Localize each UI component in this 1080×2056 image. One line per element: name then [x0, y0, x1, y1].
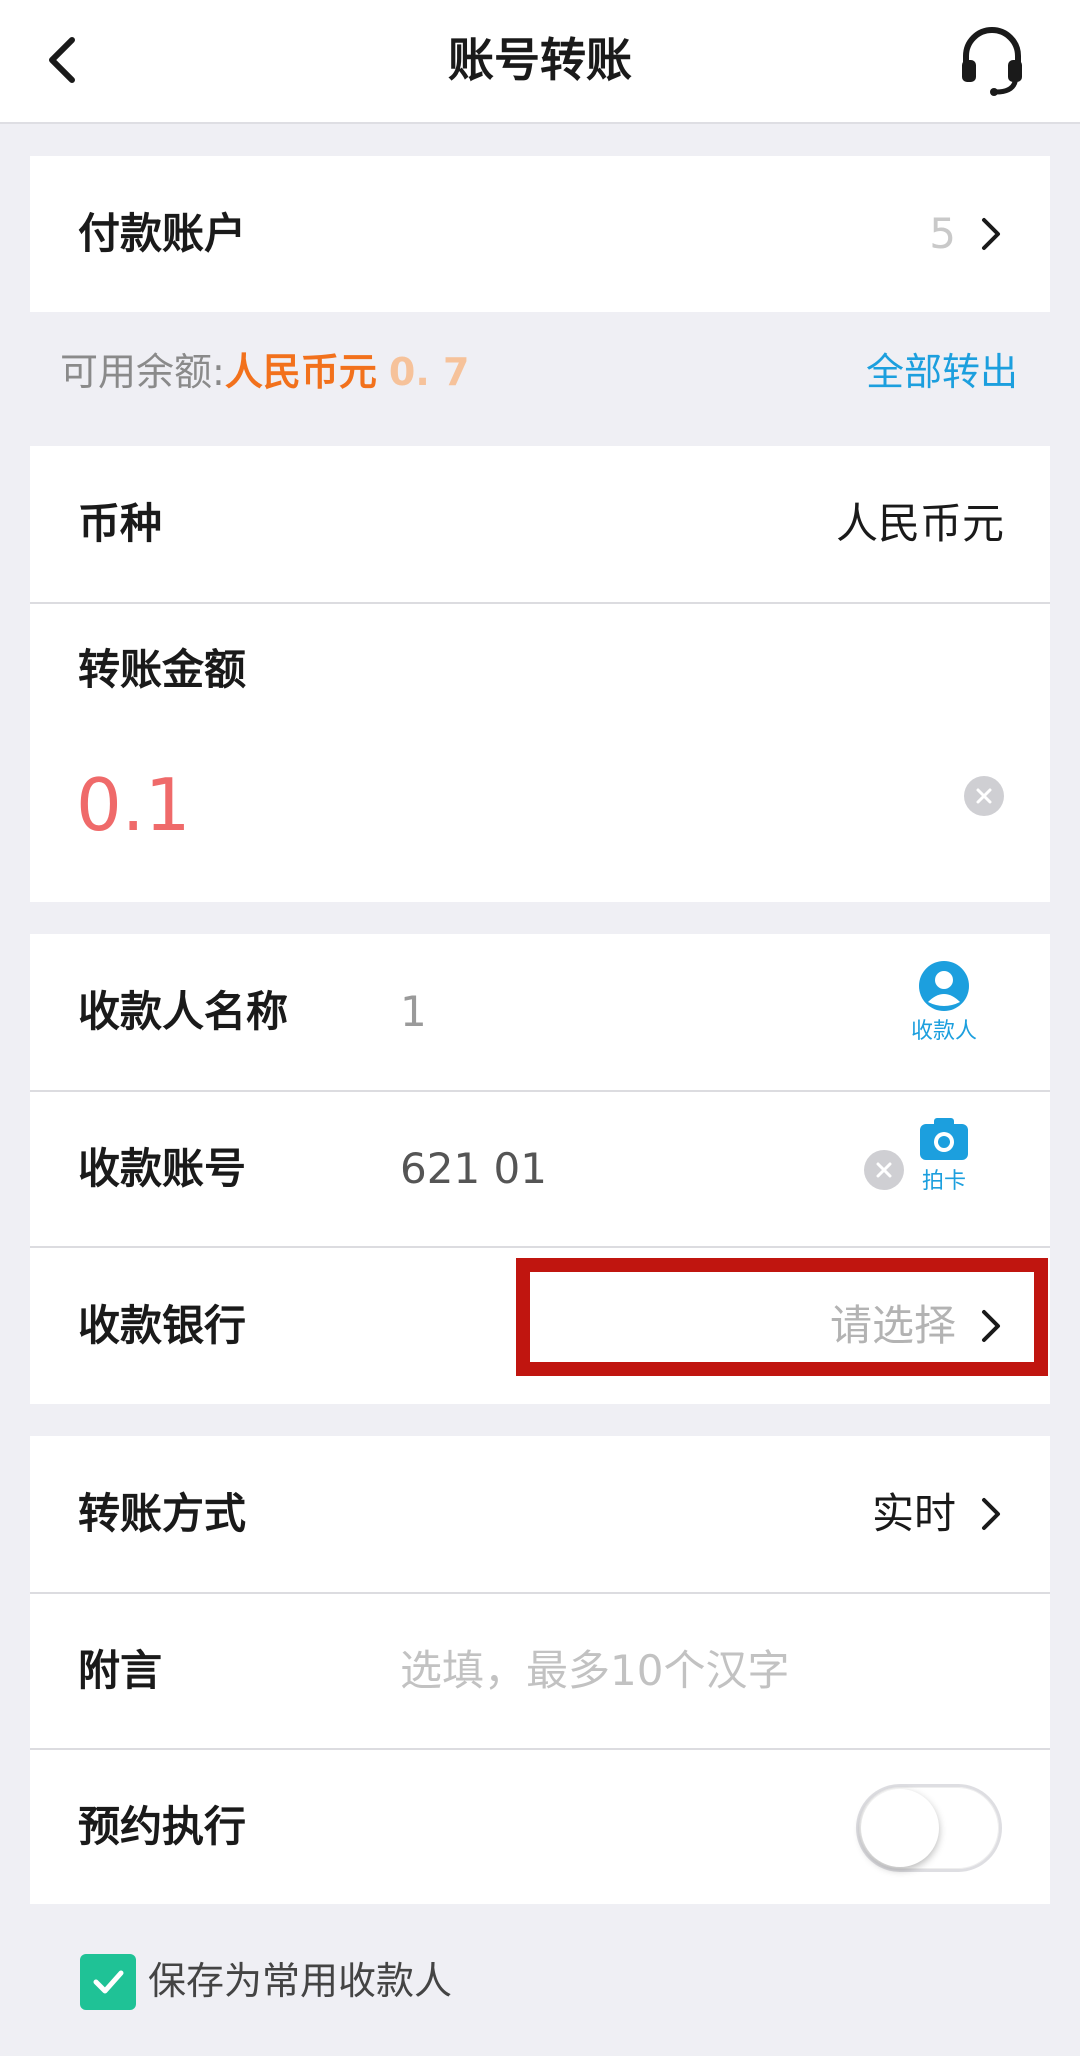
payee-bank-select[interactable]: 请选择	[830, 1298, 1004, 1354]
toggle-knob	[861, 1789, 939, 1867]
payee-account-label: 收款账号	[78, 1144, 247, 1193]
payee-name-input[interactable]: 1	[400, 984, 427, 1040]
amount-row[interactable]: 转账金额 0.1	[30, 602, 1050, 902]
close-icon	[876, 1162, 892, 1178]
payment-account-row[interactable]: 付款账户 5	[30, 156, 1050, 312]
note-input[interactable]: 选填，最多10个汉字	[400, 1643, 789, 1699]
options-card: 转账方式 实时 附言 选填，最多10个汉字 预约执行	[30, 1436, 1050, 1904]
person-icon	[919, 961, 969, 1011]
amount-label: 转账金额	[78, 645, 247, 694]
schedule-toggle[interactable]	[856, 1784, 1002, 1872]
amount-card: 币种 人民币元 转账金额 0.1	[30, 446, 1050, 902]
payment-account-masked: 5	[929, 209, 956, 258]
scan-card-button[interactable]: 拍卡	[894, 1116, 994, 1226]
payee-account-input[interactable]: 621 01	[400, 1141, 547, 1197]
currency-label: 币种	[78, 499, 163, 548]
headset-icon	[962, 27, 1022, 96]
checkmark-icon	[93, 1970, 124, 1994]
balance-amount: 0. 7	[388, 350, 470, 394]
select-payee-caption: 收款人	[910, 1019, 977, 1044]
amount-clear-button[interactable]	[964, 776, 1004, 816]
balance-prefix: 可用余额:	[60, 350, 225, 394]
amount-input[interactable]: 0.1	[76, 760, 191, 850]
chevron-right-icon	[982, 1498, 1000, 1530]
chevron-right-icon	[982, 1310, 1000, 1342]
payee-card: 收款人名称 1 收款人 收款账号 621 01 拍卡 收款银行 请选择	[30, 934, 1050, 1404]
payment-account-value: 5	[929, 206, 1004, 262]
available-balance: 可用余额:人民币元 0. 7	[60, 344, 469, 400]
transfer-method-text: 实时	[871, 1489, 956, 1538]
payment-account-label: 付款账户	[78, 209, 247, 258]
currency-row: 币种 人民币元	[30, 446, 1050, 602]
payee-bank-label: 收款银行	[78, 1301, 247, 1350]
balance-currency: 人民币元	[224, 350, 377, 394]
payment-account-card: 付款账户 5	[30, 156, 1050, 312]
note-row: 附言 选填，最多10个汉字	[30, 1592, 1050, 1748]
chevron-right-icon	[982, 218, 1000, 250]
payee-name-row: 收款人名称 1 收款人	[30, 934, 1050, 1090]
customer-service-button[interactable]	[956, 24, 1028, 96]
transfer-method-value: 实时	[872, 1486, 1004, 1542]
transfer-method-label: 转账方式	[78, 1489, 247, 1538]
schedule-row: 预约执行	[30, 1748, 1050, 1904]
payee-account-row: 收款账号 621 01 拍卡	[30, 1090, 1050, 1246]
payee-bank-placeholder: 请选择	[829, 1301, 956, 1350]
save-payee-checkbox[interactable]	[80, 1954, 136, 2010]
balance-row: 可用余额:人民币元 0. 7 全部转出	[0, 312, 1080, 432]
currency-value: 人民币元	[835, 499, 1004, 548]
note-label: 附言	[78, 1646, 163, 1695]
transfer-all-link[interactable]: 全部转出	[866, 344, 1018, 400]
nav-bar: 账号转账	[0, 0, 1080, 124]
camera-icon	[920, 1118, 968, 1160]
payee-bank-row[interactable]: 收款银行 请选择	[30, 1246, 1050, 1404]
page-title: 账号转账	[448, 33, 632, 87]
close-icon	[976, 788, 992, 804]
schedule-label: 预约执行	[78, 1802, 247, 1851]
save-payee-label[interactable]: 保存为常用收款人	[148, 1953, 452, 2009]
scan-card-caption: 拍卡	[921, 1169, 966, 1194]
payee-name-label: 收款人名称	[78, 987, 289, 1036]
transfer-method-row[interactable]: 转账方式 实时	[30, 1436, 1050, 1592]
select-payee-button[interactable]: 收款人	[894, 960, 994, 1070]
